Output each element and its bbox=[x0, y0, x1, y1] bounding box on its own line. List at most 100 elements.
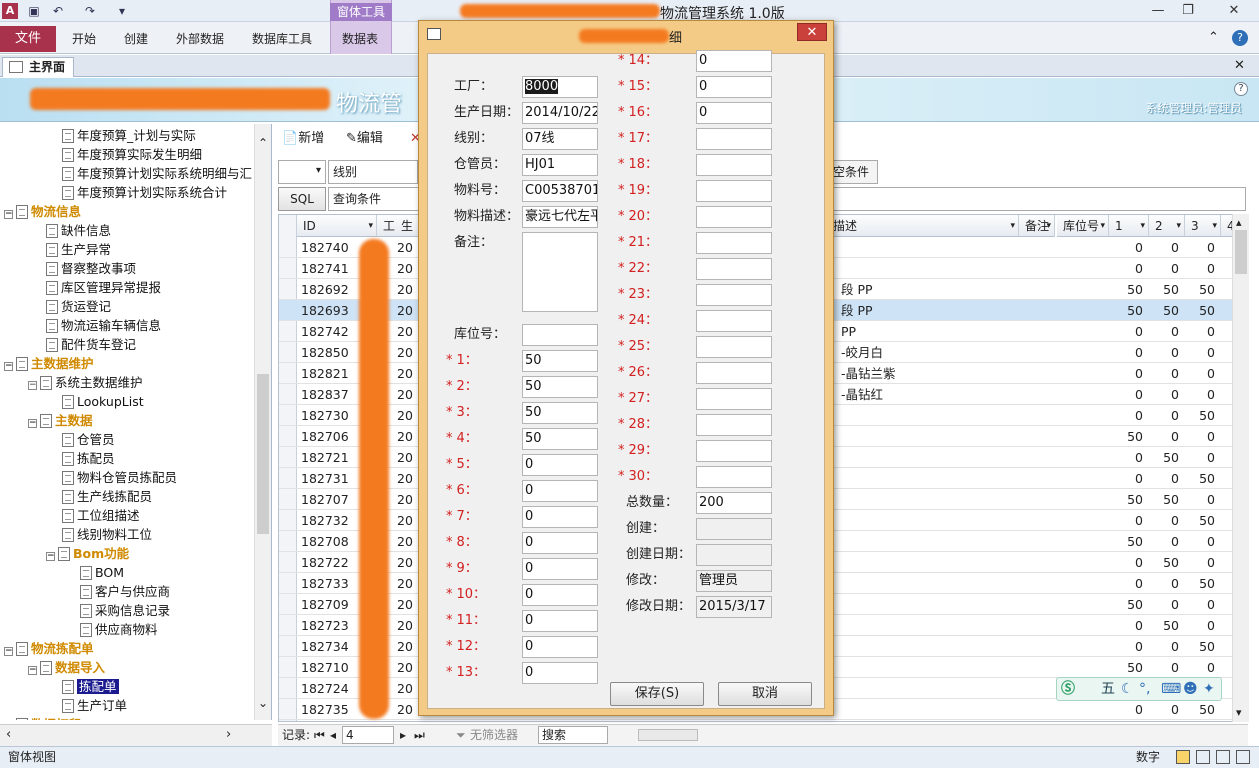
scroll-up-icon[interactable]: ⌃ bbox=[258, 136, 268, 150]
nav-item[interactable]: 配件货车登记 bbox=[46, 335, 136, 354]
sort-dropdown-icon[interactable]: ▾ bbox=[1010, 215, 1015, 237]
grid-vertical-scrollbar[interactable]: ▴ ▾ bbox=[1232, 214, 1249, 722]
collapse-toggle-icon[interactable]: − bbox=[28, 419, 37, 428]
nav-item[interactable]: 拣配单 bbox=[62, 677, 119, 696]
save-button[interactable]: 保存(S) bbox=[610, 682, 704, 706]
qty-input[interactable]: 0 bbox=[522, 480, 598, 502]
current-record-input[interactable]: 4 bbox=[342, 726, 394, 744]
nav-item[interactable]: 生产订单 bbox=[62, 696, 127, 715]
keyboard-icon[interactable]: ⌨ bbox=[1161, 678, 1181, 700]
nav-item[interactable]: 缺件信息 bbox=[46, 221, 111, 240]
nav-item[interactable]: −数据打印 bbox=[4, 715, 81, 720]
field-input[interactable]: 8000 bbox=[522, 76, 598, 98]
qty-input[interactable]: 0 bbox=[522, 558, 598, 580]
user-icon[interactable]: ☻ bbox=[1183, 678, 1198, 700]
cancel-button[interactable]: 取消 bbox=[718, 682, 812, 706]
qty-input[interactable]: 0 bbox=[522, 662, 598, 684]
undo-icon[interactable]: ↶ bbox=[50, 3, 66, 19]
sort-dropdown-icon[interactable]: ▾ bbox=[1046, 215, 1051, 237]
nav-item[interactable]: − 物流拣配单 bbox=[4, 639, 94, 658]
no-filter-button[interactable]: 无筛选器 bbox=[470, 725, 518, 745]
save-icon[interactable]: ▣ bbox=[26, 3, 42, 19]
field-select[interactable]: ▾ bbox=[278, 160, 326, 184]
nav-item[interactable]: 物流运输车辆信息 bbox=[46, 316, 161, 335]
qty-input[interactable] bbox=[696, 414, 772, 436]
design-view-icon[interactable] bbox=[1236, 750, 1250, 764]
scroll-down-icon[interactable]: ⌄ bbox=[258, 696, 268, 710]
first-record-icon[interactable]: ⏮ bbox=[314, 725, 325, 745]
qty-input[interactable]: 0 bbox=[696, 76, 772, 98]
nav-item[interactable]: − 系统主数据维护 bbox=[28, 373, 143, 392]
tab-home[interactable]: 开始 bbox=[64, 28, 104, 50]
grid-scroll-down-icon[interactable]: ▾ bbox=[1236, 706, 1242, 719]
next-record-icon[interactable]: ▸ bbox=[400, 725, 406, 745]
tab-main-form[interactable]: 主界面 bbox=[2, 57, 74, 77]
nav-item[interactable]: 生产异常 bbox=[46, 240, 111, 259]
nav-item[interactable]: 库区管理异常提报 bbox=[46, 278, 161, 297]
tab-external-data[interactable]: 外部数据 bbox=[168, 28, 232, 50]
nav-item[interactable]: − 主数据维护 bbox=[4, 354, 94, 373]
qty-input[interactable]: 0 bbox=[522, 610, 598, 632]
collapse-toggle-icon[interactable]: − bbox=[4, 210, 13, 219]
nav-item[interactable]: 仓管员 bbox=[62, 430, 115, 449]
qty-input[interactable] bbox=[696, 180, 772, 202]
grid-column-header[interactable]: ID ▾ bbox=[297, 215, 377, 237]
form-view-icon[interactable] bbox=[1176, 750, 1190, 764]
nav-item[interactable]: 货运登记 bbox=[46, 297, 111, 316]
edit-button[interactable]: ✎编辑 bbox=[346, 127, 383, 151]
collapse-toggle-icon[interactable]: − bbox=[46, 552, 55, 561]
collapse-toggle-icon[interactable]: − bbox=[4, 647, 13, 656]
qty-input[interactable] bbox=[696, 128, 772, 150]
search-box[interactable]: 搜索 bbox=[538, 726, 608, 744]
collapse-toggle-icon[interactable]: − bbox=[28, 381, 37, 390]
chevron-up-icon[interactable]: ⌃ bbox=[1208, 30, 1219, 45]
qty-input[interactable] bbox=[696, 284, 772, 306]
filter-field-input[interactable]: 线别 bbox=[328, 160, 418, 184]
last-record-icon[interactable]: ⏭ bbox=[414, 725, 425, 745]
help-icon[interactable]: ? bbox=[1232, 30, 1248, 46]
nav-horizontal-scrollbar[interactable]: ‹ › bbox=[0, 724, 272, 746]
qty-input[interactable] bbox=[696, 154, 772, 176]
nav-item[interactable]: 工位组描述 bbox=[62, 506, 140, 525]
ime-toolbar[interactable]: Ⓢ 五 ☾ °, ⌨ ☻ ✦ bbox=[1056, 677, 1222, 701]
nav-item[interactable]: 拣配员 bbox=[62, 449, 115, 468]
close-doc-icon[interactable]: ✕ bbox=[1234, 58, 1245, 73]
layout-view-icon[interactable] bbox=[1216, 750, 1230, 764]
scroll-left-icon[interactable]: ‹ bbox=[6, 727, 11, 742]
remark-textarea[interactable] bbox=[522, 232, 598, 312]
grid-hscroll-thumb[interactable] bbox=[638, 729, 698, 741]
nav-item[interactable]: 客户与供应商 bbox=[80, 582, 170, 601]
qty-input[interactable] bbox=[696, 310, 772, 332]
datasheet-view-icon[interactable] bbox=[1196, 750, 1210, 764]
punctuation-icon[interactable]: °, bbox=[1139, 678, 1150, 700]
collapse-toggle-icon[interactable]: − bbox=[4, 362, 13, 371]
qty-input[interactable]: 0 bbox=[696, 50, 772, 72]
grid-column-header[interactable]: 备注 ▾ bbox=[1019, 215, 1055, 237]
qty-input[interactable]: 50 bbox=[522, 350, 598, 372]
sort-dropdown-icon[interactable]: ▾ bbox=[1176, 215, 1181, 237]
nav-item[interactable]: 年度预算实际发生明细 bbox=[62, 145, 202, 164]
qty-input[interactable]: 0 bbox=[696, 102, 772, 124]
sort-dropdown-icon[interactable]: ▾ bbox=[1100, 215, 1105, 237]
sort-dropdown-icon[interactable]: ▾ bbox=[1212, 215, 1217, 237]
field-input[interactable]: 07线 bbox=[522, 128, 598, 150]
tab-datasheet[interactable]: 数据表 bbox=[334, 28, 386, 50]
qty-input[interactable]: 50 bbox=[522, 402, 598, 424]
grid-column-header[interactable]: 3 ▾ bbox=[1185, 215, 1221, 237]
grid-column-header[interactable]: 库位号 ▾ bbox=[1057, 215, 1109, 237]
qty-input[interactable] bbox=[696, 206, 772, 228]
new-button[interactable]: 📄新增 bbox=[282, 127, 324, 151]
nav-item[interactable]: 生产线拣配员 bbox=[62, 487, 152, 506]
grid-scroll-thumb[interactable] bbox=[1235, 230, 1247, 274]
qty-input[interactable]: 50 bbox=[522, 428, 598, 450]
nav-item[interactable]: 年度预算_计划与实际 bbox=[62, 126, 196, 145]
nav-item[interactable]: BOM bbox=[80, 563, 124, 582]
qty-input[interactable] bbox=[696, 258, 772, 280]
grid-column-header[interactable]: 描述 ▾ bbox=[827, 215, 1019, 237]
nav-item[interactable]: 年度预算计划实际系统合计 bbox=[62, 183, 227, 202]
grid-column-header[interactable]: 生 bbox=[395, 215, 419, 237]
redo-icon[interactable]: ↷ bbox=[82, 3, 98, 19]
qty-input[interactable]: 0 bbox=[522, 532, 598, 554]
qty-input[interactable]: 0 bbox=[522, 506, 598, 528]
qty-input[interactable] bbox=[696, 388, 772, 410]
